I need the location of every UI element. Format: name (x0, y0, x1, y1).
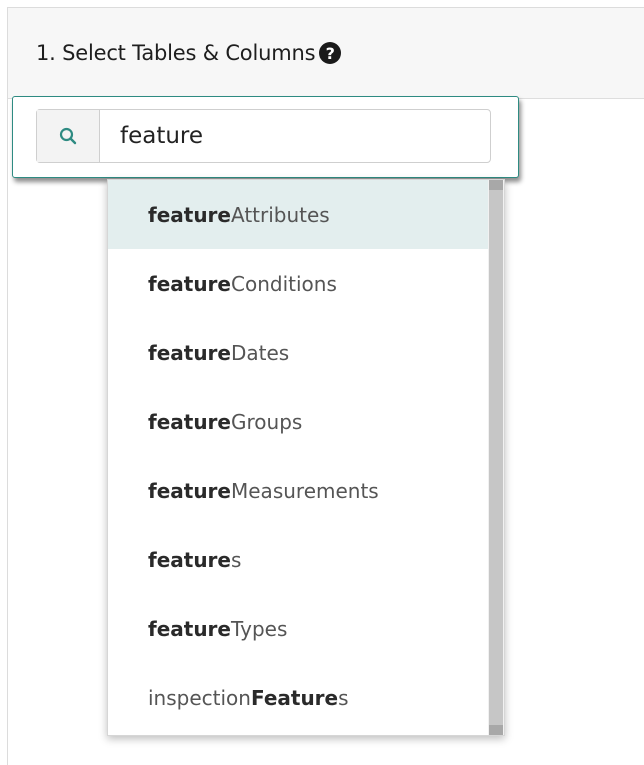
dropdown-option[interactable]: feature s (108, 525, 489, 594)
option-match: feature (148, 340, 231, 365)
dropdown-option[interactable]: feature Types (108, 594, 489, 663)
search-icon (59, 127, 77, 145)
option-rest: s (338, 685, 349, 710)
search-input[interactable] (100, 110, 490, 162)
panel-header: 1. Select Tables & Columns ? (8, 8, 644, 99)
option-match: feature (148, 478, 231, 503)
panel-title: 1. Select Tables & Columns (36, 41, 316, 65)
dropdown-option[interactable]: feature Measurements (108, 456, 489, 525)
option-rest: Dates (231, 340, 290, 365)
option-match: Feature (250, 685, 339, 710)
option-rest: Conditions (231, 271, 337, 296)
search-button[interactable] (37, 110, 100, 162)
dropdown-option[interactable]: feature Groups (108, 387, 489, 456)
option-match: feature (148, 409, 231, 434)
dropdown-scrollbar[interactable] (488, 180, 504, 735)
option-rest: Measurements (231, 478, 379, 503)
option-rest: Attributes (231, 202, 330, 227)
dropdown-option[interactable]: feature Dates (108, 318, 489, 387)
option-match: feature (148, 271, 231, 296)
scroll-down-arrow[interactable] (489, 725, 503, 735)
option-list: feature Attributes feature Conditions featur… (108, 180, 504, 732)
dropdown-option[interactable]: feature Attributes (108, 180, 489, 249)
dropdown-option[interactable]: inspection Feature s (108, 663, 489, 732)
option-rest: Types (231, 616, 288, 641)
option-rest: s (231, 547, 242, 572)
option-match: feature (148, 616, 231, 641)
option-match: feature (148, 202, 231, 227)
question-circle-icon[interactable]: ? (319, 42, 342, 64)
option-rest: Groups (231, 409, 303, 434)
dropdown-option[interactable]: feature Conditions (108, 249, 489, 318)
scroll-thumb[interactable] (489, 190, 503, 725)
autocomplete-dropdown: feature Attributes feature Conditions featur… (107, 179, 505, 736)
scroll-up-arrow[interactable] (489, 180, 503, 190)
option-prefix: inspection (148, 685, 251, 710)
search-container (12, 96, 519, 178)
search-box (36, 109, 491, 163)
option-match: feature (148, 547, 231, 572)
